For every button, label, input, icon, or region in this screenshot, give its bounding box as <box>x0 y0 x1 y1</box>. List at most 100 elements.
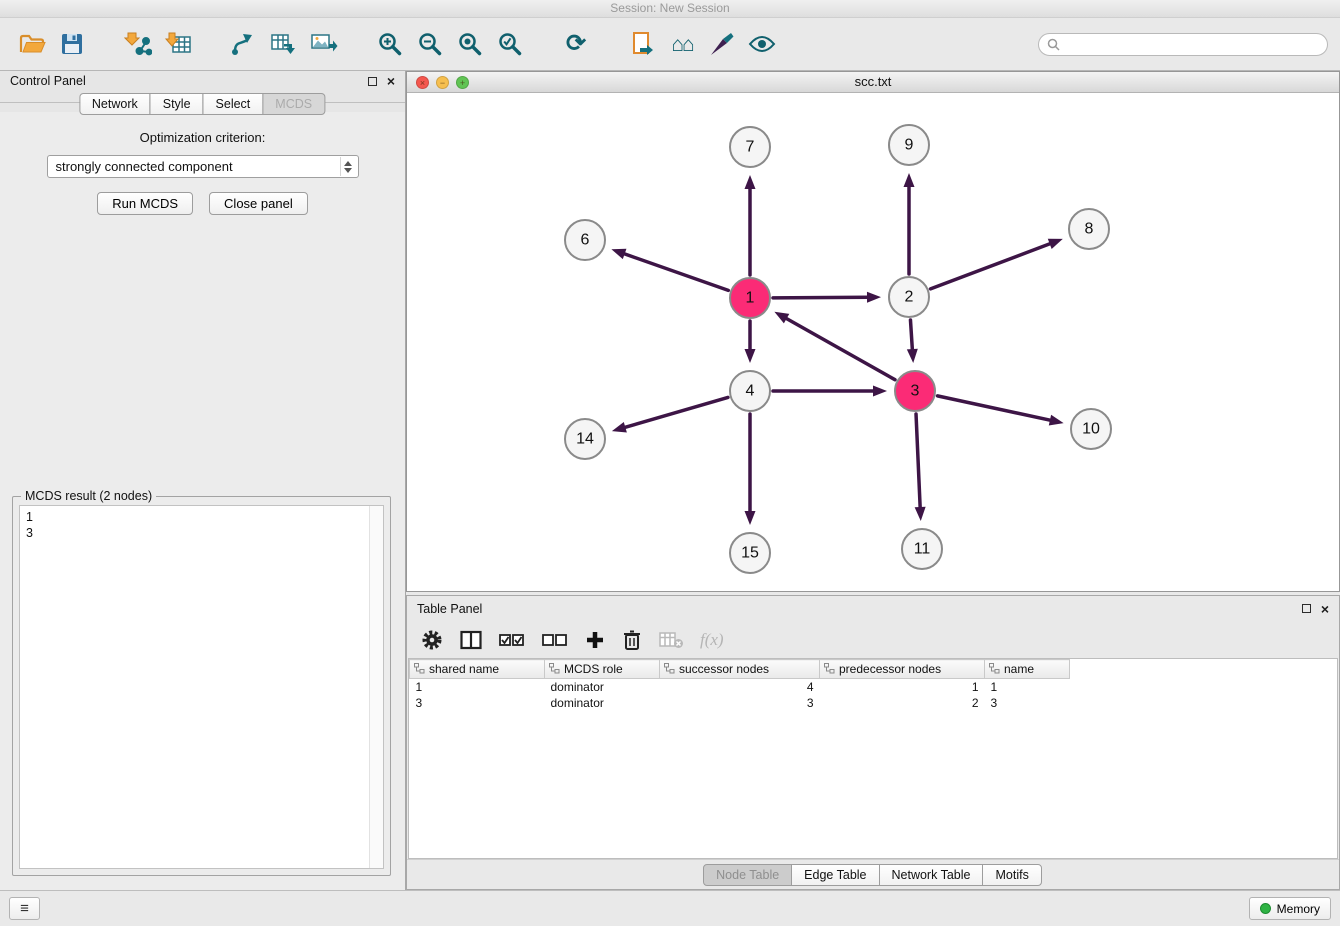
column-header-predecessor-nodes[interactable]: predecessor nodes <box>820 660 985 679</box>
optimization-criterion-select[interactable]: strongly connected component <box>47 155 359 178</box>
mcds-result-title: MCDS result (2 nodes) <box>21 489 156 503</box>
first-neighbors-button[interactable]: ⌂⌂ <box>662 24 702 64</box>
new-network-view-button[interactable] <box>264 24 304 64</box>
mcds-result-list: 13 <box>20 506 369 868</box>
edge-3-to-11[interactable] <box>916 414 920 509</box>
search-input[interactable] <box>1065 37 1319 51</box>
zoom-out-button[interactable] <box>410 24 450 64</box>
apply-layout-button[interactable]: ⟳ <box>556 24 596 64</box>
tab-style[interactable]: Style <box>150 93 204 115</box>
open-folder-icon <box>19 32 46 56</box>
node-label-8: 8 <box>1085 221 1094 238</box>
column-header-name[interactable]: name <box>985 660 1070 679</box>
column-header-mcds-role[interactable]: MCDS role <box>545 660 660 679</box>
tab-select[interactable]: Select <box>203 93 264 115</box>
open-session-button[interactable] <box>12 24 52 64</box>
edge-arrowhead <box>745 511 756 525</box>
close-panel-button[interactable]: Close panel <box>209 192 308 215</box>
network-graph[interactable]: 7968124314101511 <box>407 93 1339 591</box>
show-hide-button[interactable] <box>742 24 782 64</box>
zoom-selected-button[interactable] <box>490 24 530 64</box>
edge-arrowhead <box>915 507 926 521</box>
edge-4-to-14[interactable] <box>623 397 728 427</box>
table-settings-button[interactable] <box>421 629 443 651</box>
memory-status-icon <box>1260 903 1271 914</box>
save-disk-icon <box>60 32 84 56</box>
export-image-icon <box>310 31 338 57</box>
edge-3-to-10[interactable] <box>937 396 1051 421</box>
tab-motifs[interactable]: Motifs <box>982 864 1041 886</box>
run-mcds-button[interactable]: Run MCDS <box>97 192 193 215</box>
optimization-criterion-label: Optimization criterion: <box>140 130 266 145</box>
optimization-criterion-value: strongly connected component <box>56 159 233 174</box>
result-scrollbar[interactable] <box>369 506 383 868</box>
zoom-fit-button[interactable] <box>450 24 490 64</box>
edge-1-to-6[interactable] <box>623 253 729 290</box>
control-panel-header: Control Panel × <box>0 71 405 92</box>
tab-mcds[interactable]: MCDS <box>262 93 325 115</box>
table-row[interactable]: 3dominator323 <box>410 695 1070 711</box>
mcds-result-area[interactable]: 13 <box>19 505 384 869</box>
column-header-successor-nodes[interactable]: successor nodes <box>660 660 820 679</box>
zoom-window-icon[interactable]: + <box>456 76 469 89</box>
minimize-window-icon[interactable]: − <box>436 76 449 89</box>
network-group <box>224 24 344 64</box>
float-panel-icon[interactable] <box>368 77 377 86</box>
zoom-in-button[interactable] <box>370 24 410 64</box>
apply-function-button[interactable]: f(x) <box>700 630 724 650</box>
close-table-panel-icon[interactable]: × <box>1321 604 1329 614</box>
import-network-button[interactable] <box>118 24 158 64</box>
tab-network-table[interactable]: Network Table <box>879 864 984 886</box>
float-table-panel-icon[interactable] <box>1302 604 1311 613</box>
export-image-button[interactable] <box>304 24 344 64</box>
zoom-out-icon <box>417 31 443 57</box>
table-cell: dominator <box>545 679 660 695</box>
control-panel-tab-strip: NetworkStyleSelectMCDS <box>0 92 405 112</box>
edge-arrowhead <box>907 349 918 363</box>
vertical-splitter-grip[interactable]: ⋮ <box>0 396 4 404</box>
edge-arrowhead <box>873 386 887 397</box>
network-canvas[interactable]: 7968124314101511 <box>407 93 1339 591</box>
edge-1-to-2[interactable] <box>773 297 869 298</box>
zoom-fit-icon <box>457 31 483 57</box>
node-label-4: 4 <box>746 383 755 400</box>
tab-node-table[interactable]: Node Table <box>703 864 792 886</box>
node-label-9: 9 <box>905 137 914 154</box>
tab-edge-table[interactable]: Edge Table <box>791 864 879 886</box>
close-window-icon[interactable]: × <box>416 76 429 89</box>
node-table[interactable]: shared nameMCDS rolesuccessor nodesprede… <box>408 658 1338 859</box>
edge-2-to-8[interactable] <box>931 243 1052 289</box>
delete-rows-button[interactable] <box>622 629 642 651</box>
search-field[interactable] <box>1038 33 1328 56</box>
deselect-all-button[interactable] <box>542 631 568 649</box>
memory-button[interactable]: Memory <box>1249 897 1331 920</box>
column-header-shared-name[interactable]: shared name <box>410 660 545 679</box>
delete-table-button[interactable] <box>659 631 683 649</box>
clone-network-button[interactable] <box>622 24 662 64</box>
network-from-url-button[interactable] <box>224 24 264 64</box>
memory-label: Memory <box>1277 902 1320 916</box>
table-cell: 1 <box>820 679 985 695</box>
table-panel: Table Panel × <box>406 595 1340 890</box>
table-row[interactable]: 1dominator411 <box>410 679 1070 695</box>
select-all-button[interactable] <box>499 631 525 649</box>
edge-2-to-3[interactable] <box>910 320 912 351</box>
panel-list-icon: ≡ <box>20 900 29 917</box>
table-cell: 3 <box>410 695 545 711</box>
edge-3-to-1[interactable] <box>785 318 895 380</box>
import-table-button[interactable] <box>158 24 198 64</box>
status-bar: ≡ Memory <box>0 890 1340 926</box>
network-window-titlebar[interactable]: × − + scc.txt <box>407 72 1339 93</box>
save-session-button[interactable] <box>52 24 92 64</box>
add-row-button[interactable] <box>585 630 605 650</box>
mcds-result-node: 3 <box>26 525 363 541</box>
table-tabs-row: Node TableEdge TableNetwork TableMotifs <box>407 859 1339 889</box>
table-tabs: Node TableEdge TableNetwork TableMotifs <box>704 864 1042 886</box>
window-controls: × − + <box>416 76 469 89</box>
show-panels-button[interactable]: ≡ <box>9 897 40 920</box>
show-columns-button[interactable] <box>460 630 482 650</box>
paint-style-button[interactable] <box>702 24 742 64</box>
tab-network[interactable]: Network <box>79 93 151 115</box>
close-panel-icon[interactable]: × <box>387 76 395 86</box>
table-cell: 2 <box>820 695 985 711</box>
